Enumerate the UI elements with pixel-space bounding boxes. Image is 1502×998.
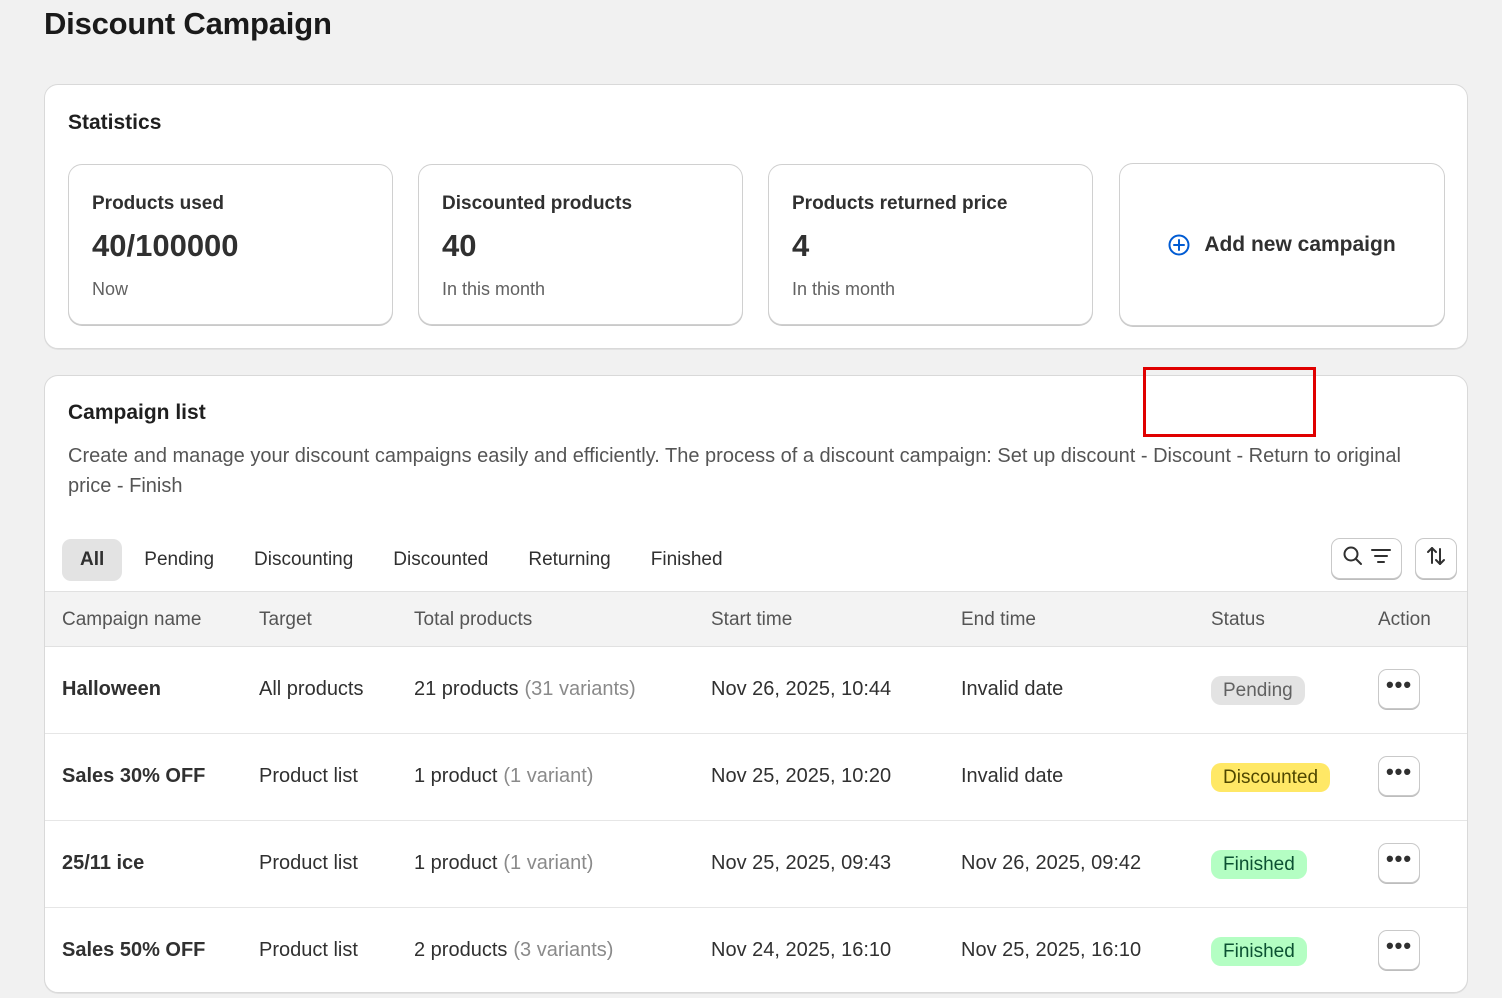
variant-count: (1 variant) [503,852,594,874]
campaign-name: Sales 50% OFF [62,939,206,961]
campaign-list-card: Campaign list Create and manage your dis… [44,375,1468,993]
more-horizontal-icon: ••• [1385,672,1413,697]
add-new-campaign-label: Add new campaign [1204,232,1396,256]
stat-value: 4 [792,228,810,263]
table-row[interactable]: 25/11 ice Product list 1 product (1 varia… [45,821,1467,908]
tab-discounted[interactable]: Discounted [375,539,506,581]
campaign-start-time: Nov 25, 2025, 09:43 [711,852,892,874]
more-horizontal-icon: ••• [1385,846,1413,871]
campaign-start-time: Nov 24, 2025, 16:10 [711,939,892,961]
sort-icon [1425,545,1447,572]
campaign-target: Product list [259,939,358,961]
campaign-name: Halloween [62,678,161,700]
plus-circle-icon [1168,234,1190,256]
status-badge: Finished [1211,850,1307,879]
campaign-target: All products [259,678,364,700]
column-action: Action [1378,609,1431,630]
variant-count: (3 variants) [513,939,614,961]
product-count: 1 product [414,852,498,874]
table-row[interactable]: Sales 30% OFF Product list 1 product (1 v… [45,734,1467,821]
campaign-total-products: 2 products (3 variants) [414,939,613,962]
campaign-target: Product list [259,852,358,874]
column-total-products: Total products [414,609,533,630]
status-tabs: All Pending Discounting Discounted Retur… [62,539,741,581]
stat-sub: In this month [442,279,546,299]
campaign-start-time: Nov 26, 2025, 10:44 [711,678,892,700]
column-target: Target [259,609,312,630]
search-filter-button[interactable] [1331,538,1402,579]
stat-sub: In this month [792,279,896,299]
column-start-time: Start time [711,609,793,630]
tab-finished[interactable]: Finished [633,539,741,581]
sort-button[interactable] [1415,538,1457,579]
campaign-total-products: 1 product (1 variant) [414,852,593,875]
stat-discounted-products: Discounted products 40 In this month [418,164,743,325]
highlight-box [1143,367,1316,437]
more-horizontal-icon: ••• [1385,933,1413,958]
tab-pending[interactable]: Pending [126,539,232,581]
more-actions-button[interactable]: ••• [1378,843,1420,883]
search-icon [1342,545,1364,572]
campaign-name: 25/11 ice [62,852,145,874]
filter-icon [1370,545,1392,572]
table-row[interactable]: Sales 50% OFF Product list 2 products (3 … [45,908,1467,992]
campaign-end-time: Nov 26, 2025, 09:42 [961,852,1142,874]
tab-discounting[interactable]: Discounting [236,539,371,581]
more-horizontal-icon: ••• [1385,759,1413,784]
variant-count: (31 variants) [524,678,636,700]
add-new-campaign-button[interactable]: Add new campaign [1119,163,1445,326]
campaign-total-products: 1 product (1 variant) [414,765,593,788]
product-count: 2 products [414,939,508,961]
stat-label: Products returned price [792,193,1008,214]
campaign-list-description: Create and manage your discount campaign… [68,445,1401,497]
variant-count: (1 variant) [503,765,594,787]
column-status: Status [1211,609,1265,630]
page-title: Discount Campaign [44,6,332,41]
stat-value: 40 [442,228,477,263]
more-actions-button[interactable]: ••• [1378,930,1420,970]
table-header: Campaign name Target Total products Star… [45,591,1467,647]
product-count: 21 products [414,678,519,700]
status-badge: Pending [1211,676,1305,705]
product-count: 1 product [414,765,498,787]
statistics-card: Statistics Products used 40/100000 Now D… [44,84,1468,349]
table-row[interactable]: Halloween All products 21 products (31 va… [45,647,1467,734]
stat-products-used: Products used 40/100000 Now [68,164,393,325]
stat-label: Discounted products [442,193,633,214]
more-actions-button[interactable]: ••• [1378,669,1420,709]
campaign-total-products: 21 products (31 variants) [414,678,636,701]
stat-value: 40/100000 [92,228,239,263]
more-actions-button[interactable]: ••• [1378,756,1420,796]
campaign-name: Sales 30% OFF [62,765,206,787]
stat-label: Products used [92,193,224,214]
column-campaign-name: Campaign name [62,609,202,630]
campaign-list-title: Campaign list [68,401,206,424]
campaign-end-time: Invalid date [961,765,1064,787]
tab-all[interactable]: All [62,539,123,581]
campaign-start-time: Nov 25, 2025, 10:20 [711,765,892,787]
campaign-target: Product list [259,765,358,787]
campaign-end-time: Nov 25, 2025, 16:10 [961,939,1142,961]
column-end-time: End time [961,609,1036,630]
tab-returning[interactable]: Returning [510,539,628,581]
status-badge: Finished [1211,937,1307,966]
statistics-title: Statistics [68,111,162,134]
campaign-end-time: Invalid date [961,678,1064,700]
stat-sub: Now [92,279,129,299]
stat-products-returned-price: Products returned price 4 In this month [768,164,1093,325]
status-badge: Discounted [1211,763,1331,792]
